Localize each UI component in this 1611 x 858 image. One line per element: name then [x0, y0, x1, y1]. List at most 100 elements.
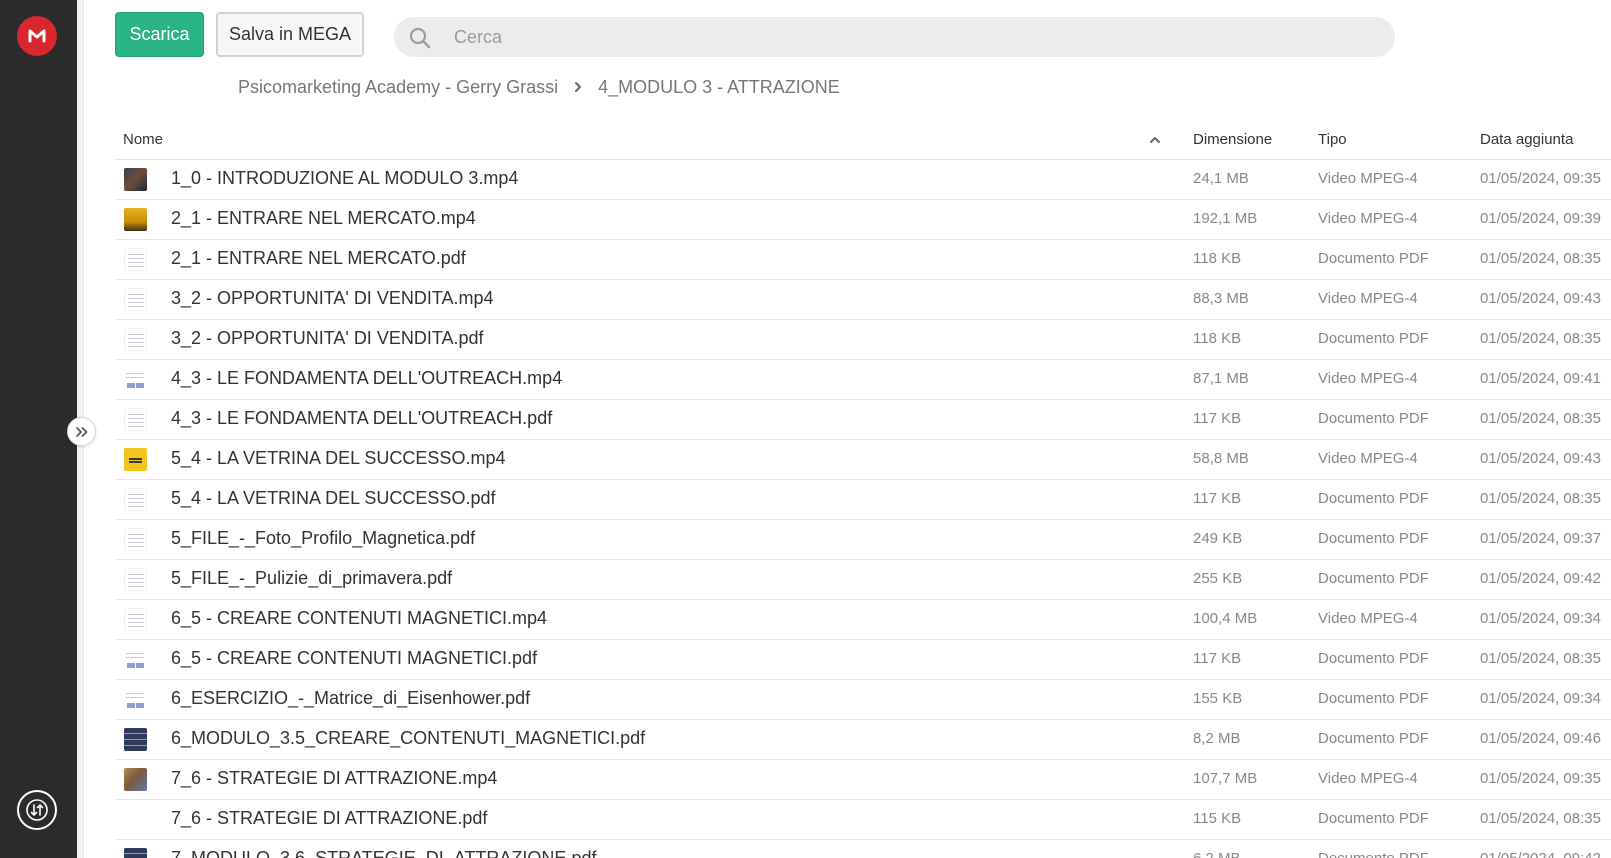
file-thumbnail	[124, 208, 147, 231]
file-thumbnail	[124, 528, 147, 551]
table-row[interactable]: 1_0 - INTRODUZIONE AL MODULO 3.mp4 24,1 M…	[115, 160, 1611, 200]
breadcrumb-item-root[interactable]: Psicomarketing Academy - Gerry Grassi	[238, 77, 558, 98]
left-rail	[0, 0, 77, 858]
file-date: 01/05/2024, 09:34	[1480, 690, 1601, 707]
file-type: Documento PDF	[1318, 490, 1429, 507]
table-row[interactable]: 6_5 - CREARE CONTENUTI MAGNETICI.mp4 100,…	[115, 600, 1611, 640]
file-thumbnail	[124, 688, 147, 711]
chevron-right-icon	[575, 82, 582, 92]
file-thumbnail	[124, 848, 147, 858]
transfers-button[interactable]	[17, 790, 57, 830]
file-type: Documento PDF	[1318, 530, 1429, 547]
table-row[interactable]: 6_MODULO_3.5_CREARE_CONTENUTI_MAGNETICI.…	[115, 720, 1611, 760]
table-row[interactable]: 4_3 - LE FONDAMENTA DELL'OUTREACH.pdf 117…	[115, 400, 1611, 440]
file-size: 117 KB	[1193, 490, 1242, 507]
breadcrumb-separator	[558, 81, 598, 93]
file-date: 01/05/2024, 09:43	[1480, 290, 1601, 307]
file-size: 58,8 MB	[1193, 450, 1249, 467]
file-size: 255 KB	[1193, 570, 1243, 587]
breadcrumb-item-current: 4_MODULO 3 - ATTRAZIONE	[598, 76, 840, 97]
file-date: 01/05/2024, 08:35	[1480, 330, 1601, 347]
column-header-size[interactable]: Dimensione	[1193, 131, 1272, 148]
file-date: 01/05/2024, 08:35	[1480, 490, 1601, 507]
file-type: Video MPEG-4	[1318, 610, 1418, 627]
file-size: 115 KB	[1193, 810, 1242, 827]
file-size: 192,1 MB	[1193, 210, 1258, 227]
file-thumbnail	[124, 448, 147, 471]
file-type: Documento PDF	[1318, 410, 1429, 427]
chevron-up-icon[interactable]	[1148, 133, 1162, 147]
file-name: 7_6 - STRATEGIE DI ATTRAZIONE.mp4	[171, 768, 498, 788]
file-name: 5_FILE_-_Pulizie_di_primavera.pdf	[171, 568, 453, 588]
file-date: 01/05/2024, 09:46	[1480, 730, 1601, 747]
breadcrumb: Psicomarketing Academy - Gerry Grassi 4_…	[238, 74, 840, 100]
file-size: 155 KB	[1193, 690, 1243, 707]
file-type: Video MPEG-4	[1318, 210, 1418, 227]
file-thumbnail	[124, 288, 147, 311]
file-name: 7_MODULO_3.6_STRATEGIE_DI_ATTRAZIONE.pdf	[171, 848, 597, 858]
file-type: Video MPEG-4	[1318, 770, 1418, 787]
file-type: Documento PDF	[1318, 570, 1429, 587]
file-type: Video MPEG-4	[1318, 290, 1418, 307]
file-name: 5_FILE_-_Foto_Profilo_Magnetica.pdf	[171, 528, 476, 548]
file-date: 01/05/2024, 08:35	[1480, 650, 1601, 667]
table-row[interactable]: 6_5 - CREARE CONTENUTI MAGNETICI.pdf 117 …	[115, 640, 1611, 680]
file-list: 1_0 - INTRODUZIONE AL MODULO 3.mp4 24,1 M…	[115, 160, 1611, 858]
file-name: 4_3 - LE FONDAMENTA DELL'OUTREACH.pdf	[171, 408, 553, 428]
file-name: 2_1 - ENTRARE NEL MERCATO.mp4	[171, 208, 476, 228]
table-row[interactable]: 5_FILE_-_Pulizie_di_primavera.pdf 255 KB D…	[115, 560, 1611, 600]
file-date: 01/05/2024, 09:34	[1480, 610, 1601, 627]
save-to-mega-button[interactable]: Salva in MEGA	[216, 12, 364, 57]
table-row[interactable]: 7_6 - STRATEGIE DI ATTRAZIONE.mp4 107,7 M…	[115, 760, 1611, 800]
file-size: 8,2 MB	[1193, 730, 1241, 747]
file-type: Documento PDF	[1318, 330, 1429, 347]
table-row[interactable]: 2_1 - ENTRARE NEL MERCATO.pdf 118 KB Docum…	[115, 240, 1611, 280]
mega-m-glyph	[28, 29, 46, 43]
file-type: Documento PDF	[1318, 690, 1429, 707]
table-row[interactable]: 3_2 - OPPORTUNITA' DI VENDITA.mp4 88,3 MB…	[115, 280, 1611, 320]
file-thumbnail	[124, 768, 147, 791]
file-name: 3_2 - OPPORTUNITA' DI VENDITA.pdf	[171, 328, 484, 348]
table-row[interactable]: 3_2 - OPPORTUNITA' DI VENDITA.pdf 118 KB D…	[115, 320, 1611, 360]
table-row[interactable]: 5_FILE_-_Foto_Profilo_Magnetica.pdf 249 K…	[115, 520, 1611, 560]
file-name: 7_6 - STRATEGIE DI ATTRAZIONE.pdf	[171, 808, 488, 828]
file-thumbnail	[124, 168, 147, 191]
download-button[interactable]: Scarica	[115, 12, 204, 57]
search-input[interactable]	[454, 17, 1374, 57]
file-date: 01/05/2024, 09:41	[1480, 370, 1601, 387]
file-date: 01/05/2024, 09:35	[1480, 170, 1601, 187]
file-date: 01/05/2024, 09:42	[1480, 570, 1601, 587]
file-size: 249 KB	[1193, 530, 1243, 547]
file-date: 01/05/2024, 09:39	[1480, 210, 1601, 227]
file-thumbnail	[124, 648, 147, 671]
file-type: Video MPEG-4	[1318, 370, 1418, 387]
file-thumbnail	[124, 568, 147, 591]
table-row[interactable]: 5_4 - LA VETRINA DEL SUCCESSO.pdf 117 KB D…	[115, 480, 1611, 520]
table-row[interactable]: 6_ESERCIZIO_-_Matrice_di_Eisenhower.pdf 1…	[115, 680, 1611, 720]
file-size: 87,1 MB	[1193, 370, 1249, 387]
table-row[interactable]: 4_3 - LE FONDAMENTA DELL'OUTREACH.mp4 87,…	[115, 360, 1611, 400]
double-chevron-right-icon	[75, 426, 87, 437]
file-date: 01/05/2024, 08:35	[1480, 810, 1601, 827]
table-row[interactable]: 7_MODULO_3.6_STRATEGIE_DI_ATTRAZIONE.pdf…	[115, 840, 1611, 858]
expand-sidebar-button[interactable]	[67, 417, 96, 446]
file-date: 01/05/2024, 08:35	[1480, 410, 1601, 427]
file-size: 107,7 MB	[1193, 770, 1258, 787]
column-header-date[interactable]: Data aggiunta	[1480, 131, 1573, 148]
table-row[interactable]: 2_1 - ENTRARE NEL MERCATO.mp4 192,1 MB Vid…	[115, 200, 1611, 240]
file-size: 118 KB	[1193, 250, 1242, 267]
mega-logo-icon[interactable]	[17, 16, 57, 56]
search-bar[interactable]	[394, 17, 1395, 57]
file-date: 01/05/2024, 09:42	[1480, 850, 1601, 858]
file-type: Documento PDF	[1318, 810, 1429, 827]
file-thumbnail	[124, 368, 147, 391]
file-type: Documento PDF	[1318, 850, 1429, 858]
table-row[interactable]: 7_6 - STRATEGIE DI ATTRAZIONE.pdf 115 KB D…	[115, 800, 1611, 840]
column-header-type[interactable]: Tipo	[1318, 131, 1347, 148]
file-name: 6_ESERCIZIO_-_Matrice_di_Eisenhower.pdf	[171, 688, 531, 708]
file-type: Video MPEG-4	[1318, 170, 1418, 187]
file-thumbnail	[124, 328, 147, 351]
column-header-name[interactable]: Nome	[123, 131, 163, 148]
file-thumbnail	[124, 488, 147, 511]
table-row[interactable]: 5_4 - LA VETRINA DEL SUCCESSO.mp4 58,8 MB…	[115, 440, 1611, 480]
